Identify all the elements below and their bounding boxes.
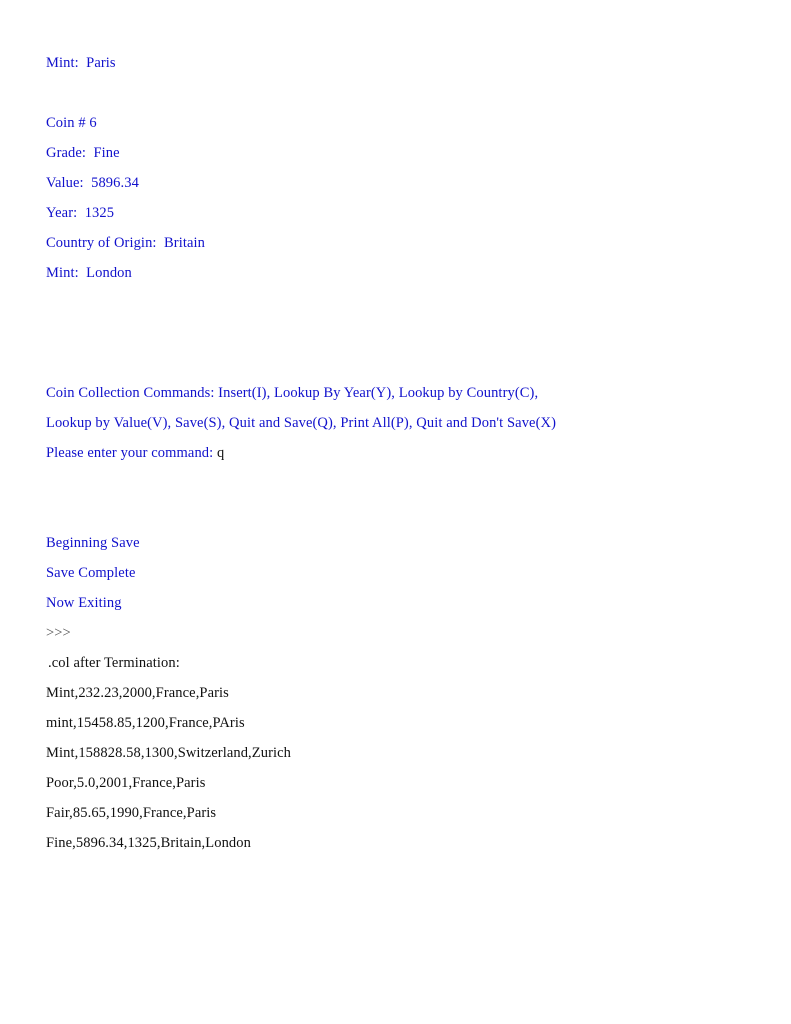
file-dump-row: Poor,5.0,2001,France,Paris [46, 775, 206, 791]
coin-country-line: Country of Origin: Britain [46, 235, 205, 251]
commands-menu-line-1: Coin Collection Commands: Insert(I), Loo… [46, 385, 539, 401]
coin-mint-line: Mint: London [46, 265, 132, 281]
command-prompt-label: Please enter your command: [46, 445, 214, 461]
now-exiting-message: Now Exiting [46, 595, 122, 611]
command-prompt-line[interactable]: Please enter your command: q [46, 438, 766, 468]
interpreter-prompt[interactable]: >>> [46, 618, 766, 648]
coin-year-line: Year: 1325 [46, 205, 115, 221]
commands-menu-line-2: Lookup by Value(V), Save(S), Quit and Sa… [46, 415, 557, 431]
file-dump-row: Mint,158828.58,1300,Switzerland,Zurich [46, 745, 292, 761]
save-beginning-message: Beginning Save [46, 535, 140, 551]
coin-mint-line-previous: Mint: Paris [46, 55, 116, 71]
coin-grade-line: Grade: Fine [46, 145, 120, 161]
file-dump-row: Fair,85.65,1990,France,Paris [46, 805, 217, 821]
file-dump-row: mint,15458.85,1200,France,PAris [46, 715, 245, 731]
coin-record-header: Coin # 6 [46, 115, 97, 131]
file-dump-row: Fine,5896.34,1325,Britain,London [46, 835, 251, 851]
file-dump-header: .col after Termination: [48, 655, 180, 671]
console-output-area: Mint: Paris Coin # 6 Grade: Fine Value: … [46, 48, 766, 858]
command-input-value[interactable]: q [213, 445, 224, 461]
file-dump-row: Mint,232.23,2000,France,Paris [46, 685, 229, 701]
save-complete-message: Save Complete [46, 565, 136, 581]
coin-value-line: Value: 5896.34 [46, 175, 139, 191]
